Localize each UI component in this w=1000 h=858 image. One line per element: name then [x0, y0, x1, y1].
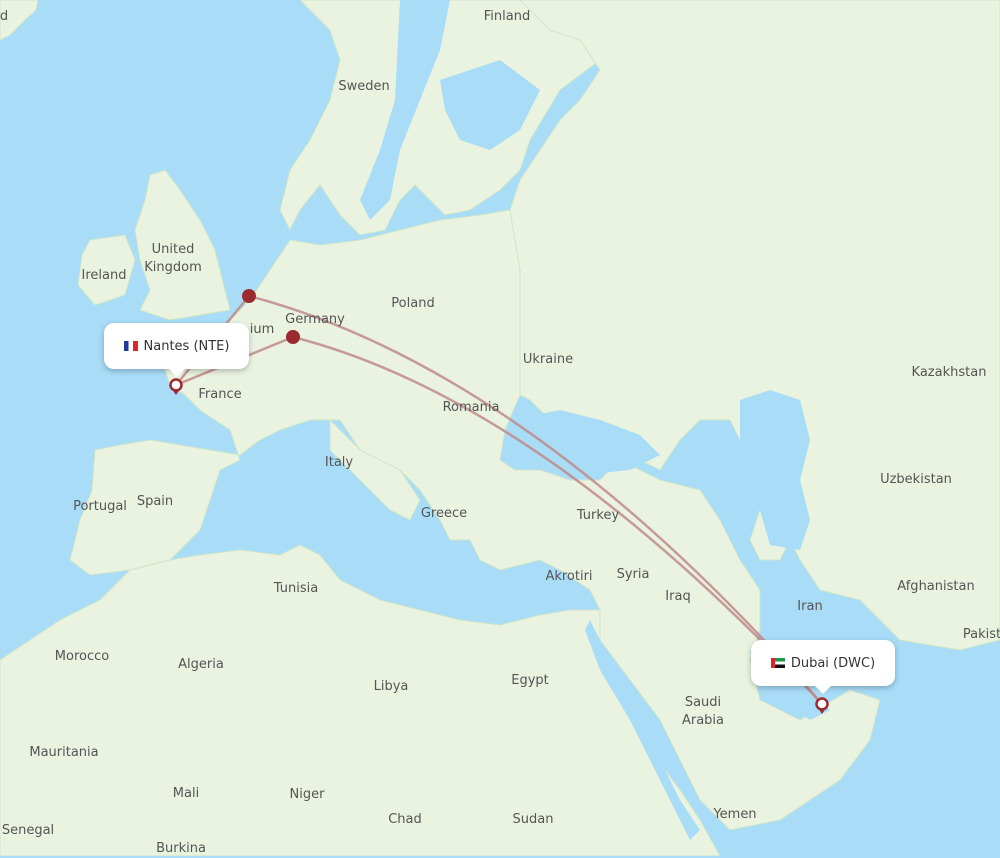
label-greece: Greece — [420, 506, 468, 521]
label-senegal: Senegal — [1, 823, 55, 838]
label-ireland: Ireland — [81, 268, 127, 283]
label-france: France — [198, 387, 242, 402]
label-syria: Syria — [616, 567, 650, 582]
label-algeria: Algeria — [178, 657, 224, 672]
label-pakistan: Pakist — [962, 627, 1000, 642]
label-germany: Germany — [285, 312, 345, 327]
label-ukraine: Ukraine — [522, 352, 574, 367]
label-iraq: Iraq — [665, 589, 691, 604]
map-canvas[interactable] — [0, 0, 1000, 856]
label-iceland-partial: d — [0, 9, 9, 24]
origin-callout[interactable]: Nantes (NTE) — [104, 323, 249, 377]
label-yemen: Yemen — [713, 807, 757, 822]
label-united-kingdom: United Kingdom — [144, 242, 202, 275]
label-burkina: Burkina — [156, 841, 206, 856]
stopover-amsterdam[interactable] — [242, 289, 256, 303]
label-poland: Poland — [391, 296, 435, 311]
label-italy: Italy — [324, 455, 354, 470]
stopover-frankfurt[interactable] — [286, 330, 300, 344]
label-uzbekistan: Uzbekistan — [880, 472, 952, 487]
label-chad: Chad — [388, 812, 422, 827]
label-kazakhstan: Kazakhstan — [911, 365, 987, 380]
label-portugal: Portugal — [73, 499, 127, 514]
label-mali: Mali — [172, 786, 200, 801]
label-iran: Iran — [797, 599, 823, 614]
destination-callout[interactable]: Dubai (DWC) — [751, 640, 895, 694]
label-turkey: Turkey — [576, 508, 620, 523]
label-tunisia: Tunisia — [273, 581, 319, 596]
label-mauritania: Mauritania — [29, 745, 99, 760]
label-spain: Spain — [136, 494, 174, 509]
label-finland: Finland — [483, 9, 531, 24]
france-flag-icon — [123, 341, 138, 351]
label-libya: Libya — [373, 679, 409, 694]
label-saudi-arabia: Saudi Arabia — [681, 695, 725, 728]
label-egypt: Egypt — [511, 673, 549, 688]
label-belgium: ium — [249, 322, 275, 337]
label-afghanistan: Afghanistan — [897, 579, 975, 594]
origin-airport-label: Nantes (NTE) — [143, 338, 230, 354]
label-akrotiri: Akrotiri — [545, 569, 593, 584]
destination-airport-label: Dubai (DWC) — [790, 655, 876, 671]
origin-pin-icon[interactable] — [169, 378, 183, 396]
label-sweden: Sweden — [338, 79, 390, 94]
label-sudan: Sudan — [512, 812, 554, 827]
label-romania: Romania — [442, 400, 500, 415]
label-niger: Niger — [289, 787, 325, 802]
uae-flag-icon — [770, 658, 785, 668]
label-morocco: Morocco — [54, 649, 110, 664]
